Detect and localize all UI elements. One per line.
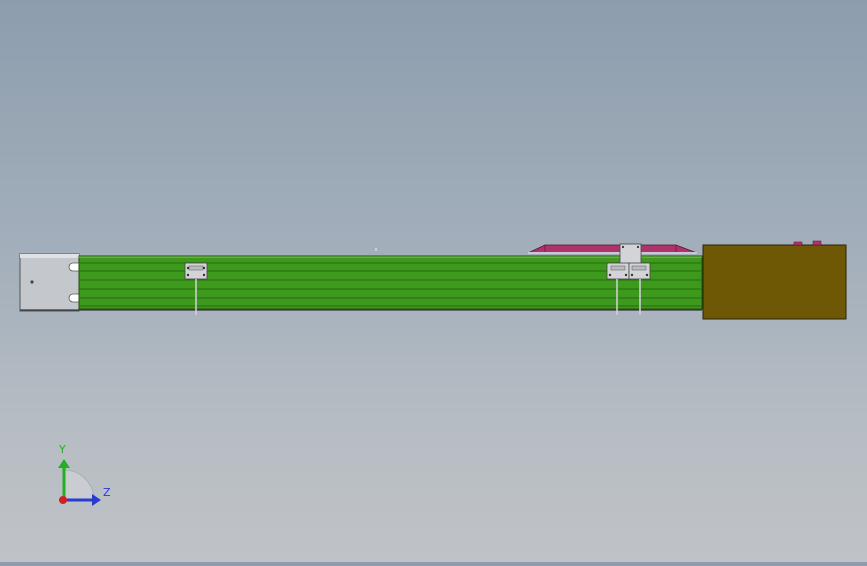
conductor-rail[interactable] — [20, 248, 703, 311]
junction-box[interactable] — [702, 240, 847, 320]
collector-trolley[interactable] — [527, 244, 698, 254]
z-axis-label: Z — [103, 486, 111, 499]
end-cap[interactable] — [19, 253, 80, 312]
cad-viewport[interactable]: Y Z — [0, 0, 867, 562]
view-orientation-triad — [58, 459, 101, 506]
y-axis-label: Y — [59, 443, 66, 456]
x-axis-dot — [59, 496, 67, 504]
